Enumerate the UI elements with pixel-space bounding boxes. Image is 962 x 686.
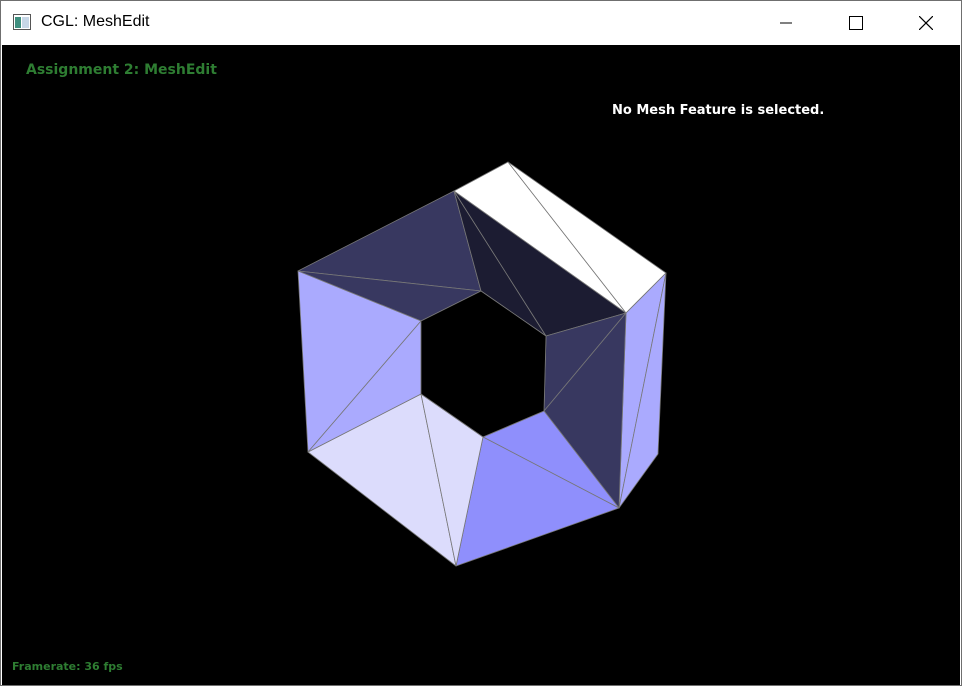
- assignment-heading: Assignment 2: MeshEdit: [26, 62, 217, 78]
- app-window: CGL: MeshEdit Assignment 2: MeshEdit No …: [0, 0, 962, 686]
- mesh-canvas[interactable]: [2, 45, 960, 685]
- close-icon: [919, 16, 933, 30]
- app-icon: [13, 14, 31, 30]
- close-button[interactable]: [903, 1, 949, 45]
- framerate-label: Framerate: 36 fps: [12, 660, 123, 673]
- title-bar[interactable]: CGL: MeshEdit: [1, 1, 961, 45]
- maximize-button[interactable]: [833, 1, 879, 45]
- selection-status: No Mesh Feature is selected.: [612, 103, 825, 118]
- minimize-button[interactable]: [763, 1, 809, 45]
- minimize-icon: [780, 22, 792, 24]
- window-title: CGL: MeshEdit: [41, 13, 150, 30]
- maximize-icon: [849, 16, 863, 30]
- render-viewport[interactable]: Assignment 2: MeshEdit No Mesh Feature i…: [2, 45, 960, 685]
